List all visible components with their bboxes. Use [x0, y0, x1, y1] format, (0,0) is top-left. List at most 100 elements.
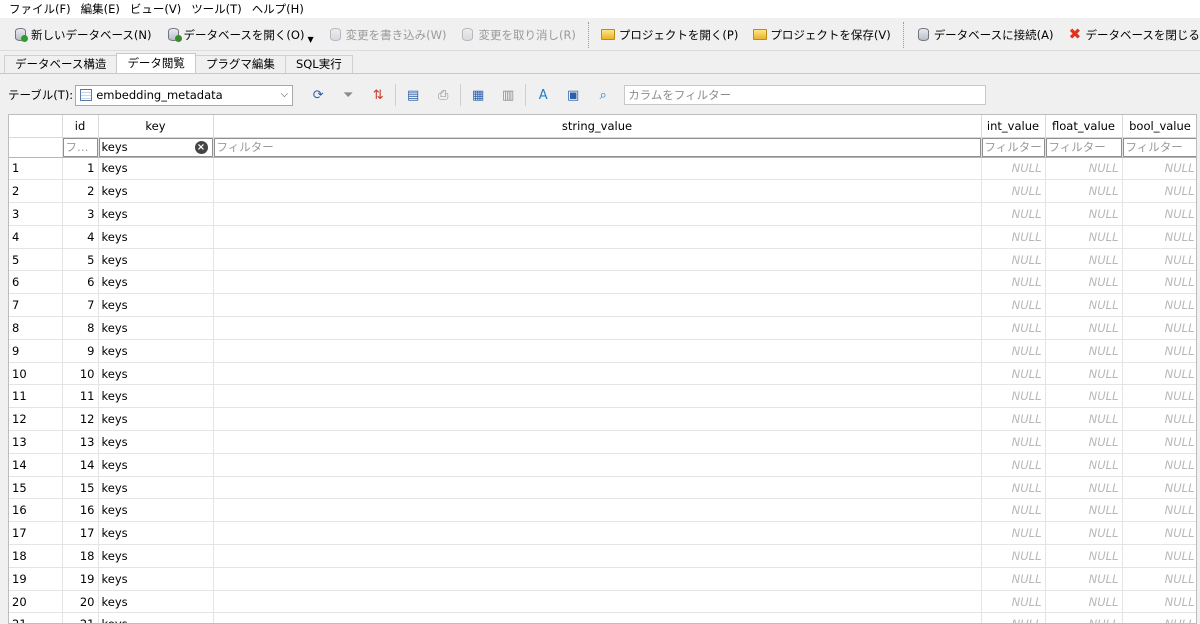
cell-key[interactable]: keys: [98, 476, 214, 500]
cell-float-value[interactable]: NULL: [1045, 339, 1123, 363]
cell-string-value[interactable]: [213, 407, 982, 432]
tab-database-structure[interactable]: データベース構造: [4, 55, 118, 73]
cell-id[interactable]: 14: [62, 453, 99, 477]
cell-id[interactable]: 3: [62, 202, 99, 226]
cell-string-value[interactable]: [213, 590, 982, 614]
cell-string-value[interactable]: [213, 202, 982, 226]
menu-tools[interactable]: ツール(T): [186, 0, 247, 18]
row-number[interactable]: 21: [9, 612, 63, 623]
refresh-icon[interactable]: ⟳: [307, 84, 329, 106]
cell-string-value[interactable]: [213, 248, 982, 272]
cell-string-value[interactable]: [213, 567, 982, 591]
table-row[interactable]: 7 7 keys NULL NULL NULL: [9, 293, 1196, 318]
cell-float-value[interactable]: NULL: [1045, 612, 1123, 623]
cell-int-value[interactable]: NULL: [981, 157, 1046, 181]
cell-key[interactable]: keys: [98, 339, 214, 363]
column-header-key[interactable]: key: [98, 115, 214, 138]
row-number[interactable]: 7: [9, 293, 63, 318]
cell-int-value[interactable]: NULL: [981, 590, 1046, 614]
table-row[interactable]: 10 10 keys NULL NULL NULL: [9, 362, 1196, 386]
cell-key[interactable]: keys: [98, 179, 214, 204]
table-row[interactable]: 15 15 keys NULL NULL NULL: [9, 476, 1196, 500]
cell-float-value[interactable]: NULL: [1045, 498, 1123, 523]
cell-string-value[interactable]: [213, 544, 982, 568]
cell-key[interactable]: keys: [98, 362, 214, 386]
cell-bool-value[interactable]: NULL: [1122, 521, 1196, 546]
row-number[interactable]: 9: [9, 339, 63, 363]
filter-input-int-value[interactable]: フィルター: [981, 137, 1044, 156]
insert-record-icon[interactable]: ▦: [467, 84, 489, 106]
cell-bool-value[interactable]: NULL: [1122, 157, 1196, 181]
delete-record-icon[interactable]: ▥: [497, 84, 519, 106]
cell-id[interactable]: 16: [62, 498, 99, 523]
row-number[interactable]: 12: [9, 407, 63, 432]
cell-int-value[interactable]: NULL: [981, 476, 1046, 500]
table-row[interactable]: 8 8 keys NULL NULL NULL: [9, 316, 1196, 340]
cell-float-value[interactable]: NULL: [1045, 430, 1123, 454]
menu-help[interactable]: ヘルプ(H): [247, 0, 309, 18]
row-number[interactable]: 3: [9, 202, 63, 226]
cell-bool-value[interactable]: NULL: [1122, 430, 1196, 454]
cell-string-value[interactable]: [213, 521, 982, 546]
table-row[interactable]: 14 14 keys NULL NULL NULL: [9, 453, 1196, 477]
cell-float-value[interactable]: NULL: [1045, 157, 1123, 181]
table-row[interactable]: 9 9 keys NULL NULL NULL: [9, 339, 1196, 363]
open-database-dropdown-icon[interactable]: ▼: [307, 35, 313, 44]
table-row[interactable]: 4 4 keys NULL NULL NULL: [9, 225, 1196, 249]
table-row[interactable]: 20 20 keys NULL NULL NULL: [9, 590, 1196, 614]
cell-key[interactable]: keys: [98, 498, 214, 523]
cell-key[interactable]: keys: [98, 612, 214, 623]
row-number[interactable]: 6: [9, 270, 63, 295]
cell-float-value[interactable]: NULL: [1045, 202, 1123, 226]
cell-id[interactable]: 17: [62, 521, 99, 546]
cell-bool-value[interactable]: NULL: [1122, 248, 1196, 272]
cell-int-value[interactable]: NULL: [981, 567, 1046, 591]
cell-string-value[interactable]: [213, 362, 982, 386]
table-row[interactable]: 16 16 keys NULL NULL NULL: [9, 498, 1196, 523]
cell-bool-value[interactable]: NULL: [1122, 339, 1196, 363]
cell-float-value[interactable]: NULL: [1045, 521, 1123, 546]
cell-float-value[interactable]: NULL: [1045, 476, 1123, 500]
cell-float-value[interactable]: NULL: [1045, 293, 1123, 318]
row-number[interactable]: 11: [9, 384, 63, 409]
cell-id[interactable]: 1: [62, 157, 99, 181]
cell-float-value[interactable]: NULL: [1045, 453, 1123, 477]
cell-int-value[interactable]: NULL: [981, 316, 1046, 340]
cell-float-value[interactable]: NULL: [1045, 567, 1123, 591]
row-number[interactable]: 2: [9, 179, 63, 204]
table-row[interactable]: 5 5 keys NULL NULL NULL: [9, 248, 1196, 272]
table-row[interactable]: 13 13 keys NULL NULL NULL: [9, 430, 1196, 454]
cell-string-value[interactable]: [213, 430, 982, 454]
cell-bool-value[interactable]: NULL: [1122, 498, 1196, 523]
cell-float-value[interactable]: NULL: [1045, 384, 1123, 409]
cell-key[interactable]: keys: [98, 590, 214, 614]
row-number[interactable]: 8: [9, 316, 63, 340]
cell-bool-value[interactable]: NULL: [1122, 544, 1196, 568]
cell-string-value[interactable]: [213, 179, 982, 204]
table-row[interactable]: 11 11 keys NULL NULL NULL: [9, 384, 1196, 409]
cell-float-value[interactable]: NULL: [1045, 316, 1123, 340]
cell-id[interactable]: 15: [62, 476, 99, 500]
row-number[interactable]: 10: [9, 362, 63, 386]
tab-edit-pragmas[interactable]: プラグマ編集: [194, 55, 286, 73]
cell-bool-value[interactable]: NULL: [1122, 567, 1196, 591]
table-row[interactable]: 12 12 keys NULL NULL NULL: [9, 407, 1196, 432]
cell-key[interactable]: keys: [98, 316, 214, 340]
cell-float-value[interactable]: NULL: [1045, 590, 1123, 614]
cell-string-value[interactable]: [213, 157, 982, 181]
cell-id[interactable]: 21: [62, 612, 99, 623]
cell-int-value[interactable]: NULL: [981, 430, 1046, 454]
cell-id[interactable]: 4: [62, 225, 99, 249]
column-header-bool-value[interactable]: bool_value: [1122, 115, 1196, 138]
cell-int-value[interactable]: NULL: [981, 612, 1046, 623]
cell-bool-value[interactable]: NULL: [1122, 612, 1196, 623]
row-number[interactable]: 19: [9, 567, 63, 591]
cell-int-value[interactable]: NULL: [981, 453, 1046, 477]
cell-string-value[interactable]: [213, 339, 982, 363]
revert-changes-button[interactable]: 変更を取り消し(R): [453, 22, 582, 48]
clear-filters-icon[interactable]: ⏷: [337, 84, 359, 106]
menu-edit[interactable]: 編集(E): [76, 0, 125, 18]
tab-browse-data[interactable]: データ閲覧: [116, 53, 196, 73]
cell-key[interactable]: keys: [98, 157, 214, 181]
cell-string-value[interactable]: [213, 498, 982, 523]
